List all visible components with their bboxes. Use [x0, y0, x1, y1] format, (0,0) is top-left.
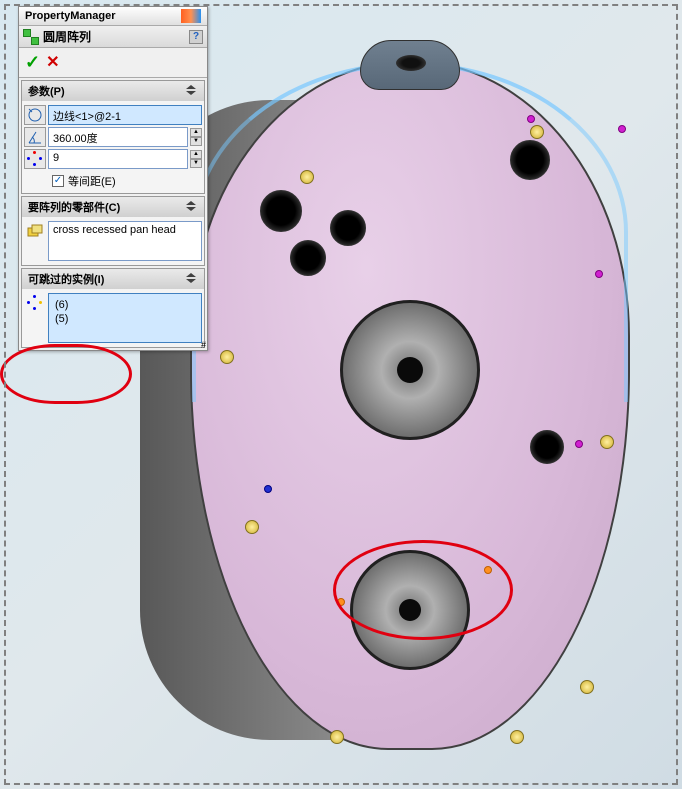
pattern-marker[interactable]	[618, 125, 626, 133]
chevron-icon[interactable]	[186, 85, 198, 97]
help-button[interactable]: ?	[189, 30, 203, 44]
lower-bearing-bore	[350, 550, 470, 670]
screw-instance[interactable]	[510, 730, 524, 744]
instances-icon	[24, 293, 46, 313]
equal-spacing-checkbox[interactable]: ✓	[52, 175, 64, 187]
section-title: 要阵列的零部件(C)	[28, 199, 120, 215]
angle-icon[interactable]	[24, 127, 46, 147]
mounting-hole	[260, 190, 302, 232]
cancel-button[interactable]: ✕	[46, 52, 59, 73]
spin-down[interactable]: ▼	[190, 137, 202, 146]
ok-button[interactable]: ✓	[25, 52, 40, 73]
top-hole	[396, 55, 426, 71]
mounting-hole	[290, 240, 326, 276]
screw-instance[interactable]	[600, 435, 614, 449]
screw-instance[interactable]	[330, 730, 344, 744]
section-header-skip[interactable]: 可跳过的实例(I)	[22, 269, 204, 289]
mounting-hole	[530, 430, 564, 464]
property-manager-panel: PropertyManager 圆周阵列 ? ✓ ✕ 参数(P) 边线<1>@2…	[18, 6, 208, 351]
axis-icon[interactable]	[24, 105, 46, 125]
components-list[interactable]: cross recessed pan head	[48, 221, 202, 261]
chevron-icon[interactable]	[186, 201, 198, 213]
screw-instance[interactable]	[580, 680, 594, 694]
spin-up[interactable]: ▲	[190, 150, 202, 159]
mounting-hole	[510, 140, 550, 180]
skipped-marker[interactable]	[484, 566, 492, 574]
panel-title-text: PropertyManager	[25, 10, 115, 22]
screw-instance[interactable]	[300, 170, 314, 184]
skip-instances-section: 可跳过的实例(I) (6) (5)	[21, 268, 205, 348]
chevron-icon[interactable]	[186, 273, 198, 285]
pattern-marker[interactable]	[595, 270, 603, 278]
equal-spacing-label: 等间距(E)	[68, 173, 116, 189]
panel-titlebar: PropertyManager	[19, 7, 207, 26]
upper-bearing-bore	[340, 300, 480, 440]
skip-instances-list[interactable]: (6) (5)	[48, 293, 202, 343]
pattern-marker[interactable]	[527, 115, 535, 123]
pin-icon[interactable]	[181, 9, 201, 23]
parameters-section: 参数(P) 边线<1>@2-1 360.00度 ▲ ▼	[21, 80, 205, 194]
angle-input[interactable]: 360.00度	[48, 127, 188, 147]
top-boss	[360, 40, 460, 90]
count-input[interactable]: 9	[48, 149, 188, 169]
ok-cancel-bar: ✓ ✕	[19, 48, 207, 78]
pattern-marker[interactable]	[575, 440, 583, 448]
pattern-marker[interactable]	[264, 485, 272, 493]
skipped-marker[interactable]	[337, 598, 345, 606]
equal-spacing-row[interactable]: ✓ 等间距(E)	[24, 171, 202, 191]
screw-instance[interactable]	[220, 350, 234, 364]
components-section: 要阵列的零部件(C) cross recessed pan head	[21, 196, 205, 266]
section-title: 可跳过的实例(I)	[28, 271, 104, 287]
feature-name: 圆周阵列	[43, 28, 91, 45]
section-header-components[interactable]: 要阵列的零部件(C)	[22, 197, 204, 217]
screw-instance[interactable]	[530, 125, 544, 139]
circular-pattern-icon	[23, 29, 39, 45]
spin-up[interactable]: ▲	[190, 128, 202, 137]
section-header-params[interactable]: 参数(P)	[22, 81, 204, 101]
cad-model	[130, 40, 650, 760]
count-icon[interactable]: #	[24, 149, 46, 169]
feature-header: 圆周阵列 ?	[19, 26, 207, 48]
skip-item[interactable]: (6)	[55, 298, 195, 312]
axis-input[interactable]: 边线<1>@2-1	[48, 105, 202, 125]
screw-instance[interactable]	[245, 520, 259, 534]
section-title: 参数(P)	[28, 83, 65, 99]
mounting-hole	[330, 210, 366, 246]
spin-down[interactable]: ▼	[190, 159, 202, 168]
skip-item[interactable]: (5)	[55, 312, 195, 326]
component-icon	[24, 221, 46, 241]
